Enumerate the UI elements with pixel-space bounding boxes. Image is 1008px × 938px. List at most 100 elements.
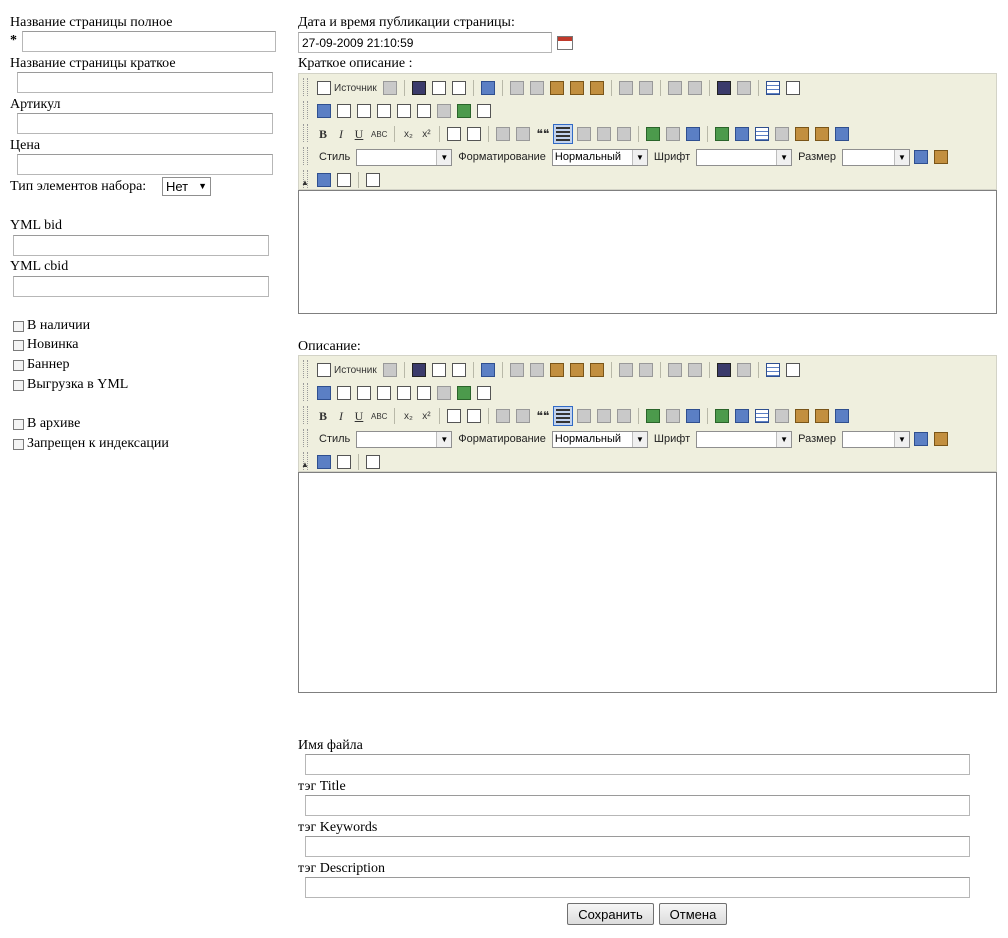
filename-input[interactable] [305,754,970,775]
copy-button[interactable] [528,78,546,98]
cancel-button[interactable]: Отмена [659,903,727,925]
preview-button[interactable] [450,360,468,380]
checkbox-box[interactable] [13,359,24,371]
select-all-button[interactable] [764,360,782,380]
editor-content-area[interactable] [298,190,997,314]
templates-button[interactable] [381,78,399,98]
flash-button[interactable] [733,124,751,144]
format-combo[interactable]: Нормальный ▼ [551,430,648,448]
button-field-button[interactable] [435,383,453,403]
publish-date-input[interactable] [298,32,552,53]
replace-button[interactable] [735,360,753,380]
text-color-button[interactable] [912,429,930,449]
textarea-button[interactable] [395,383,413,403]
bold-button[interactable]: B [315,124,331,144]
align-left-button[interactable] [553,406,574,426]
checkbox-box[interactable] [13,438,24,450]
new-page-button[interactable] [430,78,448,98]
size-combo[interactable]: ▼ [841,148,910,166]
description-tag-input[interactable] [305,877,970,898]
collapse-toolbar-icon[interactable]: ▲ [301,178,309,187]
radio-button[interactable] [355,101,373,121]
spellcheck-button[interactable] [637,360,655,380]
align-left-button[interactable] [553,124,574,144]
align-right-button[interactable] [595,124,613,144]
toolbar-grip[interactable] [303,406,308,424]
short-name-input[interactable] [17,72,273,93]
text-color-button[interactable] [912,147,930,167]
templates-list-button[interactable] [479,360,497,380]
numbered-list-button[interactable] [445,406,463,426]
about-button[interactable] [364,170,382,190]
image-button-button[interactable] [455,383,473,403]
align-center-button[interactable] [575,124,593,144]
bg-color-button[interactable] [932,147,950,167]
article-input[interactable] [17,113,273,134]
superscript-button[interactable]: x² [418,124,434,144]
paste-text-button[interactable] [568,360,586,380]
remove-format-button[interactable] [784,78,802,98]
style-combo[interactable]: ▼ [356,148,453,166]
calendar-icon[interactable] [557,36,573,50]
radio-button[interactable] [355,383,373,403]
preview-button[interactable] [450,78,468,98]
unlink-button[interactable] [664,406,682,426]
paste-word-button[interactable] [588,360,606,380]
justify-button[interactable] [615,406,633,426]
print-button[interactable] [617,78,635,98]
checkbox-archive[interactable]: В архиве [13,416,80,432]
checkbox-new[interactable]: Новинка [13,337,79,353]
hr-button[interactable] [773,406,791,426]
link-button[interactable] [644,406,662,426]
outdent-button[interactable] [494,124,512,144]
redo-button[interactable] [686,78,704,98]
font-combo[interactable]: ▼ [696,430,793,448]
save-button[interactable] [410,78,428,98]
outdent-button[interactable] [494,406,512,426]
special-char-button[interactable] [813,124,831,144]
hidden-field-button[interactable] [475,101,493,121]
collapse-toolbar-icon[interactable]: ▲ [301,460,309,469]
toolbar-grip[interactable] [303,78,308,96]
page-break-button[interactable] [833,124,851,144]
image-button[interactable] [713,406,731,426]
title-tag-input[interactable] [305,795,970,816]
save-button[interactable]: Сохранить [567,903,654,925]
image-button-button[interactable] [455,101,473,121]
form-button[interactable] [315,383,333,403]
checkbox-button[interactable] [335,101,353,121]
spellcheck-button[interactable] [637,78,655,98]
bullet-list-button[interactable] [465,406,483,426]
redo-button[interactable] [686,360,704,380]
unlink-button[interactable] [664,124,682,144]
full-name-input[interactable] [22,31,276,52]
replace-button[interactable] [735,78,753,98]
strike-button[interactable]: ABC [369,406,389,426]
link-button[interactable] [644,124,662,144]
select-field-button[interactable] [415,101,433,121]
blockquote-button[interactable]: ❝❝ [534,124,551,144]
smiley-button[interactable] [793,406,811,426]
set-type-select[interactable]: Нет ▼ [162,177,211,196]
italic-button[interactable]: I [333,124,349,144]
toolbar-grip[interactable] [303,124,308,142]
toolbar-grip[interactable] [303,360,308,378]
checkbox-box[interactable] [13,379,24,391]
templates-list-button[interactable] [479,78,497,98]
blockquote-button[interactable]: ❝❝ [534,406,551,426]
italic-button[interactable]: I [333,406,349,426]
checkbox-box[interactable] [13,320,24,332]
form-button[interactable] [315,101,333,121]
anchor-button[interactable] [684,406,702,426]
toolbar-grip[interactable] [303,147,308,165]
textarea-button[interactable] [395,101,413,121]
checkbox-yml-export[interactable]: Выгрузка в YML [13,377,128,393]
keywords-tag-input[interactable] [305,836,970,857]
copy-button[interactable] [528,360,546,380]
image-button[interactable] [713,124,731,144]
toolbar-grip[interactable] [303,101,308,119]
paste-text-button[interactable] [568,78,586,98]
underline-button[interactable]: U [351,124,367,144]
page-break-button[interactable] [833,406,851,426]
checkbox-box[interactable] [13,339,24,351]
